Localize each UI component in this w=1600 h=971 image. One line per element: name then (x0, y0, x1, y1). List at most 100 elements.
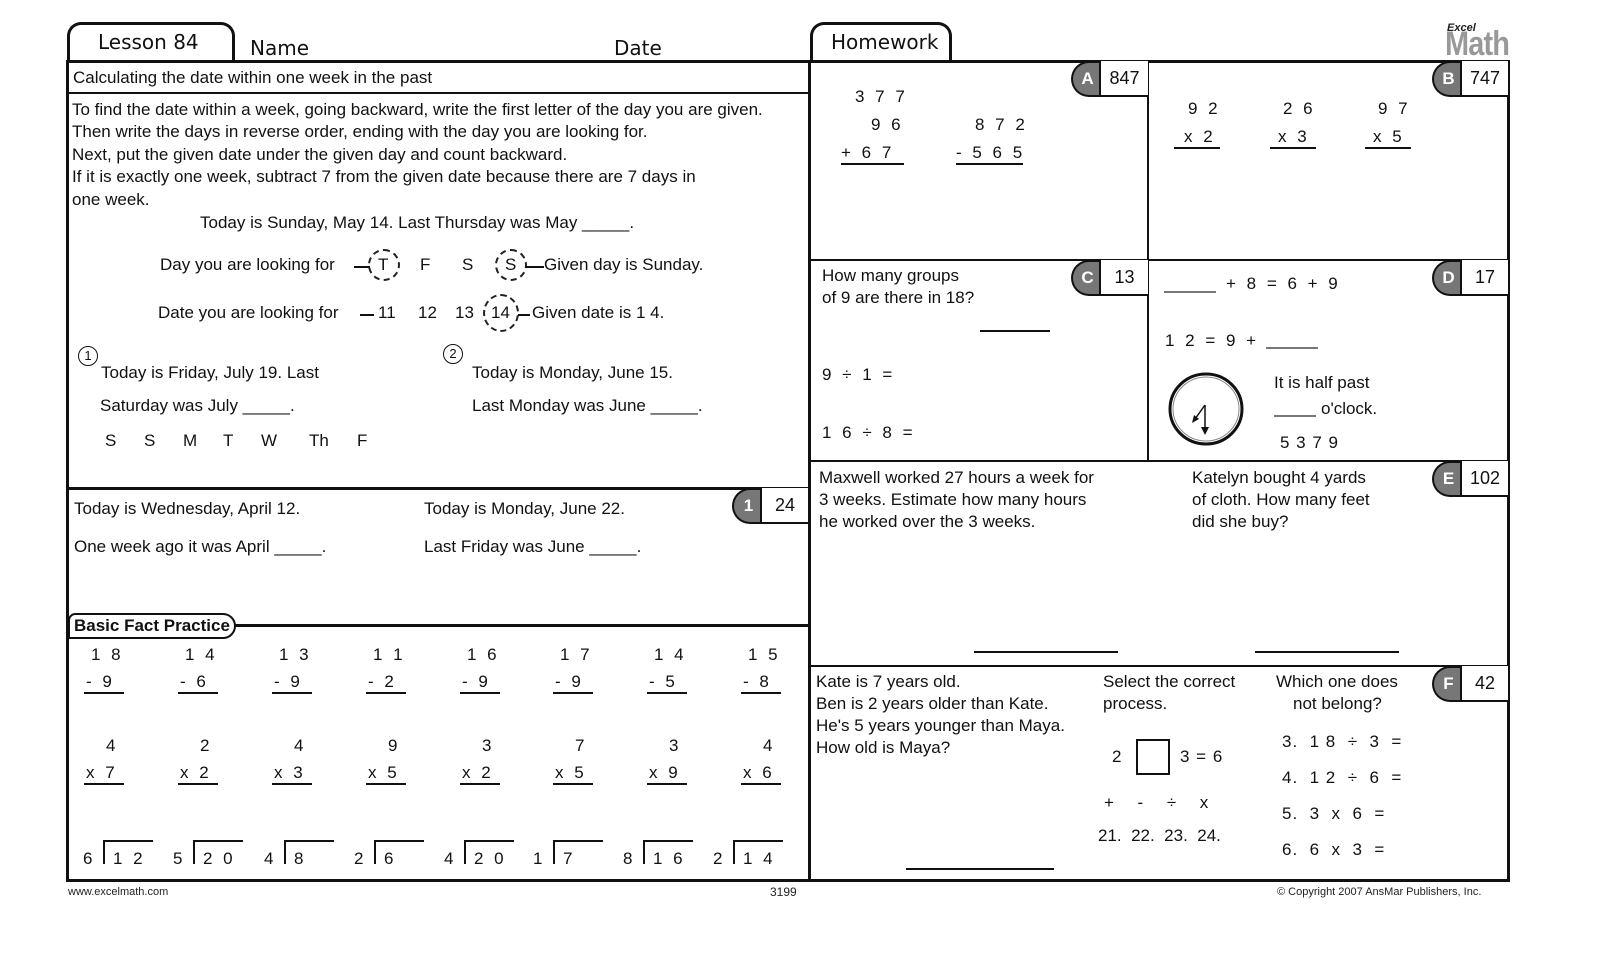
hw-e-right-blank[interactable] (1255, 651, 1399, 653)
badge-label: A (1071, 61, 1099, 97)
subtraction-top: 1 5 (748, 645, 781, 664)
subtraction-bottom: - 8 (741, 672, 781, 694)
hw-d-eq2: 1 2 = 9 + (1165, 331, 1260, 350)
hw-f-option: 4. 1 2 ÷ 6 = (1282, 768, 1403, 787)
division-divisor: 1 (533, 849, 546, 868)
hw-f-right-title: not belong? (1293, 694, 1382, 713)
hw-f-operators: + - ÷ x (1104, 793, 1209, 812)
hw-c-question: How many groups (822, 266, 960, 285)
hw-f-option: 5. 3 x 6 = (1282, 804, 1386, 823)
hw-c-eq1: 9 ÷ 1 = (822, 365, 896, 384)
basic-fact-practice-title: Basic Fact Practice (68, 613, 236, 639)
badge-label: B (1432, 61, 1460, 97)
hw-f-operator-box[interactable] (1136, 739, 1170, 775)
badge-score: 847 (1099, 61, 1148, 97)
hw-a-score-badge: A 847 (1071, 61, 1148, 97)
lesson-tab: Lesson 84 (67, 22, 235, 62)
top-border (66, 60, 1510, 63)
weekday-letter: F (357, 431, 368, 450)
badge-score: 24 (760, 488, 808, 524)
hw-f-option: 6. 6 x 3 = (1282, 840, 1386, 859)
hw-f-left-text: How old is Maya? (816, 738, 951, 757)
hw-f-right-title: Which one does (1276, 672, 1398, 691)
subtraction-bottom: - 6 (178, 672, 218, 694)
example-day: F (420, 255, 431, 274)
division-dividend: 6 (384, 849, 397, 868)
multiplication-top: 7 (575, 736, 588, 755)
multiplication-bottom: x 2 (460, 763, 500, 785)
division-divisor: 2 (713, 849, 726, 868)
subtraction-top: 1 4 (654, 645, 687, 664)
problem-2-line1: Today is Monday, June 15. (472, 363, 673, 382)
division-bracket (374, 840, 424, 864)
subtraction-top: 1 6 (467, 645, 500, 664)
section1-right-line2: Last Friday was June _____. (424, 537, 642, 556)
hw-a-minuend: 8 7 2 (975, 115, 1028, 134)
problem-2-line2: Last Monday was June _____. (472, 396, 703, 415)
division-divisor: 4 (264, 849, 277, 868)
division-divisor: 6 (83, 849, 96, 868)
weekday-letter: Th (309, 431, 329, 450)
hw-d-blank[interactable] (1164, 291, 1216, 293)
subtraction-top: 1 8 (91, 645, 124, 664)
division-divisor: 4 (444, 849, 457, 868)
badge-score: 747 (1460, 61, 1508, 97)
example-date: 12 (418, 303, 437, 322)
multiplication-top: 9 (388, 736, 401, 755)
hw-f-left-text: He's 5 years younger than Maya. (816, 716, 1065, 735)
example-date-label: Date you are looking for (158, 303, 339, 322)
division-dividend: 1 2 (113, 849, 146, 868)
hw-f-answer-blank[interactable] (906, 868, 1054, 870)
hw-b-bottom: x 3 (1270, 127, 1316, 149)
section1-right-line1: Today is Monday, June 22. (424, 499, 625, 518)
hw-a-addend: 3 7 7 (855, 87, 908, 106)
hw-d-blank[interactable] (1266, 347, 1318, 349)
division-dividend: 8 (294, 849, 307, 868)
hw-divider (810, 665, 1508, 667)
subtraction-top: 1 3 (279, 645, 312, 664)
badge-label: F (1432, 666, 1460, 702)
subtraction-bottom: - 9 (272, 672, 312, 694)
hw-b-score-badge: B 747 (1432, 61, 1508, 97)
footer-page-number: 3199 (770, 885, 797, 899)
hw-f-option: 3. 1 8 ÷ 3 = (1282, 732, 1403, 751)
instruction-line: To find the date within a week, going ba… (72, 100, 763, 119)
weekday-letter: M (183, 431, 198, 450)
hw-d-clock-suffix: o'clock. (1321, 399, 1378, 418)
section-divider (66, 487, 810, 490)
hw-d-clock-blank[interactable] (1274, 415, 1316, 417)
hw-e-left-text: 3 weeks. Estimate how many hours (819, 490, 1087, 509)
hw-b-top: 2 6 (1283, 99, 1316, 118)
multiplication-bottom: x 5 (553, 763, 593, 785)
hw-e-left-blank[interactable] (974, 651, 1118, 653)
weekday-letter: W (261, 431, 278, 450)
hw-a-addend: 9 6 (871, 115, 904, 134)
badge-label: E (1432, 461, 1460, 497)
hw-divider (810, 259, 1508, 261)
division-dividend: 2 0 (203, 849, 236, 868)
multiplication-bottom: x 5 (366, 763, 406, 785)
hw-e-right-text: Katelyn bought 4 yards (1192, 468, 1366, 487)
lesson-tab-label: Lesson 84 (98, 30, 199, 54)
example-date: 13 (455, 303, 474, 322)
hw-b-bottom: x 5 (1365, 127, 1411, 149)
hw-f-choices: 21. 22. 23. 24. (1098, 826, 1221, 845)
center-divider (808, 60, 811, 882)
division-bracket (284, 840, 334, 864)
hw-d-choices: 5 3 7 9 (1280, 433, 1339, 452)
hw-e-score-badge: E 102 (1432, 461, 1508, 497)
example-day: T (378, 255, 389, 274)
hw-f-eq-left: 2 (1112, 747, 1125, 766)
problem-number-circle: 1 (78, 346, 98, 366)
example-date: 14 (491, 303, 510, 322)
weekday-letter: S (144, 431, 156, 450)
hw-f-mid-title: Select the correct (1103, 672, 1236, 691)
example-day-note: Given day is Sunday. (544, 255, 704, 274)
section1-left-line2: One week ago it was April _____. (74, 537, 327, 556)
section1-left-line1: Today is Wednesday, April 12. (74, 499, 301, 518)
subtraction-bottom: - 9 (84, 672, 124, 694)
hw-c-answer-blank[interactable] (980, 330, 1050, 332)
homework-tab: Homework (810, 22, 952, 62)
example-day: S (462, 255, 474, 274)
problem-1-line2: Saturday was July _____. (100, 396, 295, 415)
